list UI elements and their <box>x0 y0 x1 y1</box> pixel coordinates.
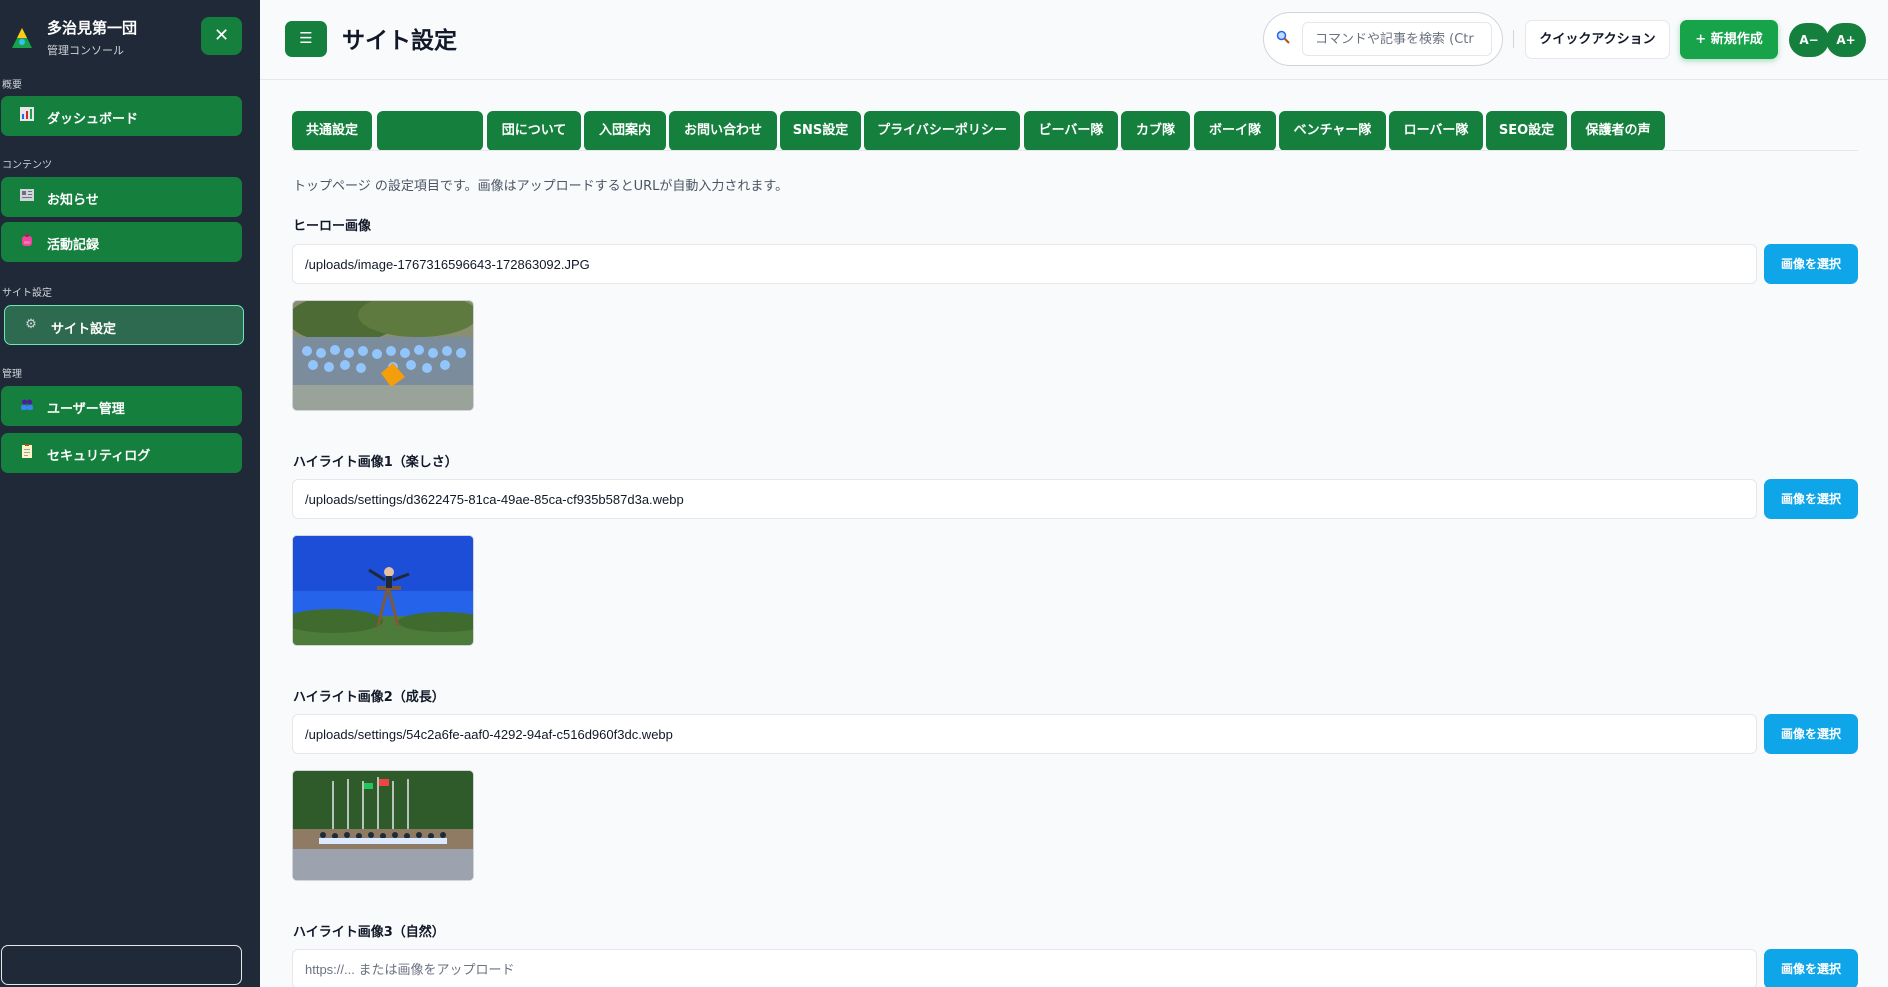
page-title: サイト設定 <box>342 28 457 54</box>
highlight-image-3-pick-button[interactable]: 画像を選択 <box>1764 949 1858 987</box>
sidebar-item-label: ダッシュボード <box>47 112 139 127</box>
section-label-content: コンテンツ <box>2 160 52 171</box>
highlight-image-1-label: ハイライト画像1（楽しさ） <box>293 455 458 470</box>
tab-parents-voice[interactable]: 保護者の声 <box>1571 111 1665 151</box>
tab-boy[interactable]: ボーイ隊 <box>1194 111 1276 151</box>
sidebar-item-dashboard[interactable]: ダッシュボード <box>1 96 242 136</box>
section-description: トップページ の設定項目です。画像はアップロードするとURLが自動入力されます。 <box>293 179 789 194</box>
sidebar-item-users[interactable]: ユーザー管理 <box>1 386 242 426</box>
newspaper-icon <box>19 188 35 204</box>
new-create-button[interactable]: + 新規作成 <box>1680 20 1778 59</box>
search-icon <box>1276 30 1290 48</box>
search-box <box>1263 12 1503 66</box>
tab-join[interactable]: 入団案内 <box>584 111 666 151</box>
tabs-divider <box>292 150 1858 151</box>
highlight-image-2-preview <box>292 770 474 881</box>
hero-image-url-input[interactable] <box>292 244 1757 284</box>
tab-beaver[interactable]: ビーバー隊 <box>1024 111 1118 151</box>
section-label-site-settings: サイト設定 <box>2 288 52 299</box>
backpack-icon <box>19 233 35 249</box>
sidebar-footer-button[interactable] <box>1 945 242 985</box>
tab-common[interactable]: 共通設定 <box>292 111 372 151</box>
tab-seo[interactable]: SEO設定 <box>1486 111 1567 151</box>
highlight-image-2-url-input[interactable] <box>292 714 1757 754</box>
brand-subtitle: 管理コンソール <box>47 44 124 57</box>
sidebar-item-label: ユーザー管理 <box>47 402 125 417</box>
highlight-image-2-label: ハイライト画像2（成長） <box>293 690 445 705</box>
tab-contact[interactable]: お問い合わせ <box>669 111 777 151</box>
highlight-image-3-label: ハイライト画像3（自然） <box>293 925 445 940</box>
scout-logo-icon <box>12 28 32 48</box>
search-input[interactable] <box>1302 22 1492 56</box>
sidebar-item-security-log[interactable]: セキュリティログ <box>1 433 242 473</box>
tab-about[interactable]: 団について <box>487 111 581 151</box>
header-divider <box>1513 30 1514 48</box>
sidebar-item-news[interactable]: お知らせ <box>1 177 242 217</box>
highlight-image-1-preview <box>292 535 474 646</box>
hero-image-label: ヒーロー画像 <box>293 219 372 234</box>
hamburger-icon: ☰ <box>299 29 313 47</box>
hero-image-preview <box>292 300 474 411</box>
section-label-admin: 管理 <box>2 369 22 380</box>
sidebar-item-label: セキュリティログ <box>47 449 151 464</box>
tab-top-page[interactable] <box>377 111 483 151</box>
section-label-overview: 概要 <box>2 80 22 91</box>
tab-cub[interactable]: カブ隊 <box>1121 111 1190 151</box>
highlight-image-3-url-input[interactable] <box>292 949 1757 987</box>
highlight-image-1-url-input[interactable] <box>292 479 1757 519</box>
gear-icon: ⚙ <box>25 317 37 332</box>
close-icon: ✕ <box>213 25 230 46</box>
highlight-image-2-pick-button[interactable]: 画像を選択 <box>1764 714 1858 754</box>
sidebar-item-activity[interactable]: 活動記録 <box>1 222 242 262</box>
menu-toggle-button[interactable]: ☰ <box>285 21 327 57</box>
brand-title: 多治見第一団 <box>47 19 138 37</box>
sidebar-item-label: サイト設定 <box>51 322 117 337</box>
close-sidebar-button[interactable]: ✕ <box>201 17 242 55</box>
tab-privacy[interactable]: プライバシーポリシー <box>864 111 1020 151</box>
sidebar-item-label: お知らせ <box>47 193 99 208</box>
clipboard-icon <box>19 444 35 460</box>
top-header: ☰ サイト設定 クイックアクション + 新規作成 A− A+ <box>260 0 1888 80</box>
sidebar-item-site-settings[interactable]: ⚙ サイト設定 <box>4 305 244 345</box>
tab-sns[interactable]: SNS設定 <box>780 111 861 151</box>
users-icon <box>19 397 35 413</box>
font-increase-button[interactable]: A+ <box>1826 23 1866 57</box>
highlight-image-1-pick-button[interactable]: 画像を選択 <box>1764 479 1858 519</box>
hero-image-pick-button[interactable]: 画像を選択 <box>1764 244 1858 284</box>
tab-venture[interactable]: ベンチャー隊 <box>1279 111 1386 151</box>
tab-rover[interactable]: ローバー隊 <box>1389 111 1483 151</box>
font-decrease-button[interactable]: A− <box>1789 23 1829 57</box>
quick-action-button[interactable]: クイックアクション <box>1525 20 1670 59</box>
chart-icon <box>19 107 35 123</box>
sidebar-item-label: 活動記録 <box>47 238 100 253</box>
sidebar: 多治見第一団 管理コンソール ✕ 概要 ダッシュボード コンテンツ お知らせ 活… <box>0 0 260 987</box>
